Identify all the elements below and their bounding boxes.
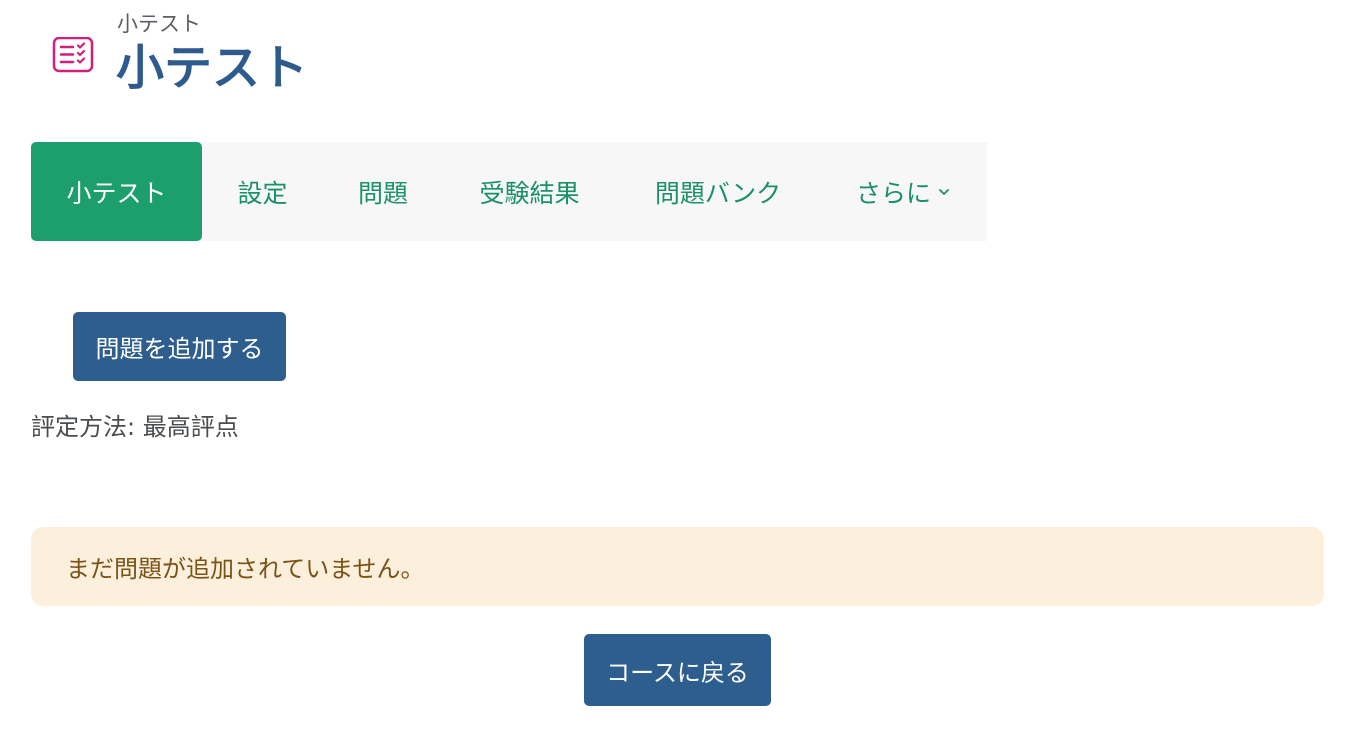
tab-question-bank[interactable]: 問題バンク <box>616 142 820 241</box>
quiz-page: 小テスト 小テスト 小テスト 設定 問題 受験結果 問題バンク さらに 問題を追… <box>0 0 1362 754</box>
tab-label: 問題 <box>357 178 408 208</box>
tab-more[interactable]: さらに <box>820 142 987 241</box>
tab-label: 問題バンク <box>654 178 782 208</box>
tab-settings[interactable]: 設定 <box>202 142 323 241</box>
tab-label: 小テスト <box>66 178 167 208</box>
tab-questions[interactable]: 問題 <box>323 142 443 241</box>
page-pretitle: 小テスト <box>117 12 201 36</box>
no-questions-alert: まだ問題が追加されていません。 <box>31 527 1324 606</box>
tab-label: 設定 <box>237 178 288 208</box>
alert-message: まだ問題が追加されていません。 <box>66 555 425 583</box>
secondary-navigation: 小テスト 設定 問題 受験結果 問題バンク さらに <box>31 142 987 241</box>
grading-method-text: 評定方法: 最高評点 <box>31 413 239 441</box>
add-question-button[interactable]: 問題を追加する <box>73 312 286 381</box>
back-to-course-button[interactable]: コースに戻る <box>584 634 771 706</box>
tab-label: さらに <box>855 178 931 208</box>
quiz-checklist-icon <box>52 37 94 73</box>
tab-results[interactable]: 受験結果 <box>443 142 616 241</box>
tab-label: 受験結果 <box>479 178 580 208</box>
chevron-down-icon <box>939 188 949 195</box>
tab-quiz[interactable]: 小テスト <box>31 142 202 241</box>
page-title: 小テスト <box>116 40 309 96</box>
